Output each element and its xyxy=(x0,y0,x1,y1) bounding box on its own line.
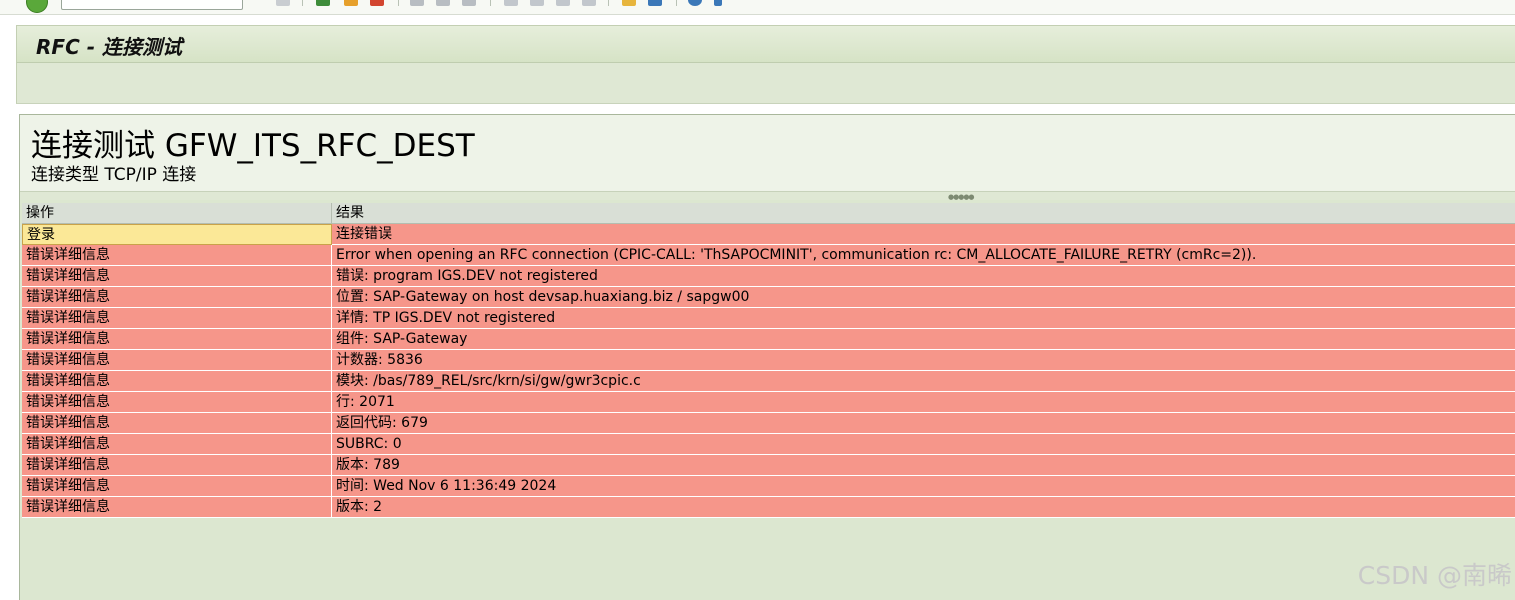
table-row[interactable]: 错误详细信息 版本: 789 xyxy=(22,455,1515,476)
column-header-action[interactable]: 操作 xyxy=(22,203,332,224)
result-table: 操作 结果 登录 连接错误 错误详细信息 Error when opening an … xyxy=(22,203,1515,518)
table-row[interactable]: 错误详细信息 SUBRC: 0 xyxy=(22,434,1515,455)
cell-action[interactable]: 错误详细信息 xyxy=(22,266,332,287)
save-icon[interactable] xyxy=(276,0,290,6)
table-row[interactable]: 错误详细信息 组件: SAP-Gateway xyxy=(22,329,1515,350)
last-page-icon[interactable] xyxy=(582,0,596,6)
table-row[interactable]: 错误详细信息 Error when opening an RFC connecti… xyxy=(22,245,1515,266)
cell-result[interactable]: 组件: SAP-Gateway xyxy=(332,329,1515,350)
cell-result[interactable]: 时间: Wed Nov 6 11:36:49 2024 xyxy=(332,476,1515,497)
shortcut-icon[interactable] xyxy=(648,0,662,6)
cell-result[interactable]: Error when opening an RFC connection (CP… xyxy=(332,245,1515,266)
splitter-handle[interactable]: ●●●●● xyxy=(20,191,1515,201)
cell-action[interactable]: 错误详细信息 xyxy=(22,455,332,476)
watermark: CSDN @南晞 xyxy=(1357,561,1512,590)
report-header: 连接测试 GFW_ITS_RFC_DEST 连接类型 TCP/IP 连接 xyxy=(20,115,1515,191)
layout-icon[interactable] xyxy=(714,0,722,6)
cell-action[interactable]: 错误详细信息 xyxy=(22,413,332,434)
table-row[interactable]: 错误详细信息 时间: Wed Nov 6 11:36:49 2024 xyxy=(22,476,1515,497)
print-icon[interactable] xyxy=(410,0,424,6)
cell-result[interactable]: 错误: program IGS.DEV not registered xyxy=(332,266,1515,287)
cell-action[interactable]: 错误详细信息 xyxy=(22,476,332,497)
first-page-icon[interactable] xyxy=(504,0,518,6)
cell-action[interactable]: 错误详细信息 xyxy=(22,497,332,518)
result-panel: 连接测试 GFW_ITS_RFC_DEST 连接类型 TCP/IP 连接 ●●●… xyxy=(19,114,1515,600)
cell-action[interactable]: 错误详细信息 xyxy=(22,434,332,455)
system-toolbar xyxy=(0,0,1515,15)
prev-page-icon[interactable] xyxy=(530,0,544,6)
cell-result[interactable]: 计数器: 5836 xyxy=(332,350,1515,371)
table-row[interactable]: 错误详细信息 版本: 2 xyxy=(22,497,1515,518)
toolbar-separator xyxy=(608,0,609,6)
help-icon[interactable] xyxy=(688,0,702,6)
find-icon[interactable] xyxy=(436,0,450,6)
cell-result[interactable]: 位置: SAP-Gateway on host devsap.huaxiang.… xyxy=(332,287,1515,308)
screen-title-bar: RFC - 连接测试 xyxy=(16,25,1515,63)
exit-icon[interactable] xyxy=(344,0,358,6)
back-icon[interactable] xyxy=(316,0,330,6)
page-title: 连接测试 GFW_ITS_RFC_DEST xyxy=(31,128,475,164)
cell-result[interactable]: 详情: TP IGS.DEV not registered xyxy=(332,308,1515,329)
cell-result[interactable]: 连接错误 xyxy=(332,224,1515,245)
command-field[interactable] xyxy=(61,0,243,10)
table-row[interactable]: 错误详细信息 模块: /bas/789_REL/src/krn/si/gw/gwr… xyxy=(22,371,1515,392)
cell-action[interactable]: 错误详细信息 xyxy=(22,308,332,329)
cell-result[interactable]: 行: 2071 xyxy=(332,392,1515,413)
cell-result[interactable]: SUBRC: 0 xyxy=(332,434,1515,455)
grip-icon[interactable]: ●●●●● xyxy=(948,194,975,201)
ok-icon[interactable] xyxy=(26,0,48,13)
new-session-icon[interactable] xyxy=(622,0,636,6)
table-row[interactable]: 错误详细信息 错误: program IGS.DEV not registered xyxy=(22,266,1515,287)
toolbar-separator xyxy=(302,0,303,6)
page-subtitle: 连接类型 TCP/IP 连接 xyxy=(31,165,197,185)
table-header-row: 操作 结果 xyxy=(22,203,1515,224)
table-row[interactable]: 错误详细信息 详情: TP IGS.DEV not registered xyxy=(22,308,1515,329)
toolbar-separator xyxy=(398,0,399,6)
table-row[interactable]: 错误详细信息 行: 2071 xyxy=(22,392,1515,413)
table-row[interactable]: 错误详细信息 位置: SAP-Gateway on host devsap.hua… xyxy=(22,287,1515,308)
cell-action[interactable]: 错误详细信息 xyxy=(22,350,332,371)
cell-result[interactable]: 版本: 2 xyxy=(332,497,1515,518)
toolbar-separator xyxy=(490,0,491,6)
find-next-icon[interactable] xyxy=(462,0,476,6)
cell-action[interactable]: 错误详细信息 xyxy=(22,371,332,392)
toolbar-separator xyxy=(676,0,677,6)
table-row[interactable]: 错误详细信息 计数器: 5836 xyxy=(22,350,1515,371)
cell-result[interactable]: 模块: /bas/789_REL/src/krn/si/gw/gwr3cpic.… xyxy=(332,371,1515,392)
table-row[interactable]: 登录 连接错误 xyxy=(22,224,1515,245)
cell-action[interactable]: 错误详细信息 xyxy=(22,329,332,350)
cell-action[interactable]: 登录 xyxy=(22,224,332,245)
cell-action[interactable]: 错误详细信息 xyxy=(22,245,332,266)
next-page-icon[interactable] xyxy=(556,0,570,6)
cancel-icon[interactable] xyxy=(370,0,384,6)
cell-result[interactable]: 版本: 789 xyxy=(332,455,1515,476)
cell-action[interactable]: 错误详细信息 xyxy=(22,392,332,413)
cell-action[interactable]: 错误详细信息 xyxy=(22,287,332,308)
cell-result[interactable]: 返回代码: 679 xyxy=(332,413,1515,434)
column-header-result[interactable]: 结果 xyxy=(332,203,1515,224)
screen-title: RFC - 连接测试 xyxy=(36,35,182,59)
table-row[interactable]: 错误详细信息 返回代码: 679 xyxy=(22,413,1515,434)
application-toolbar xyxy=(16,63,1515,104)
